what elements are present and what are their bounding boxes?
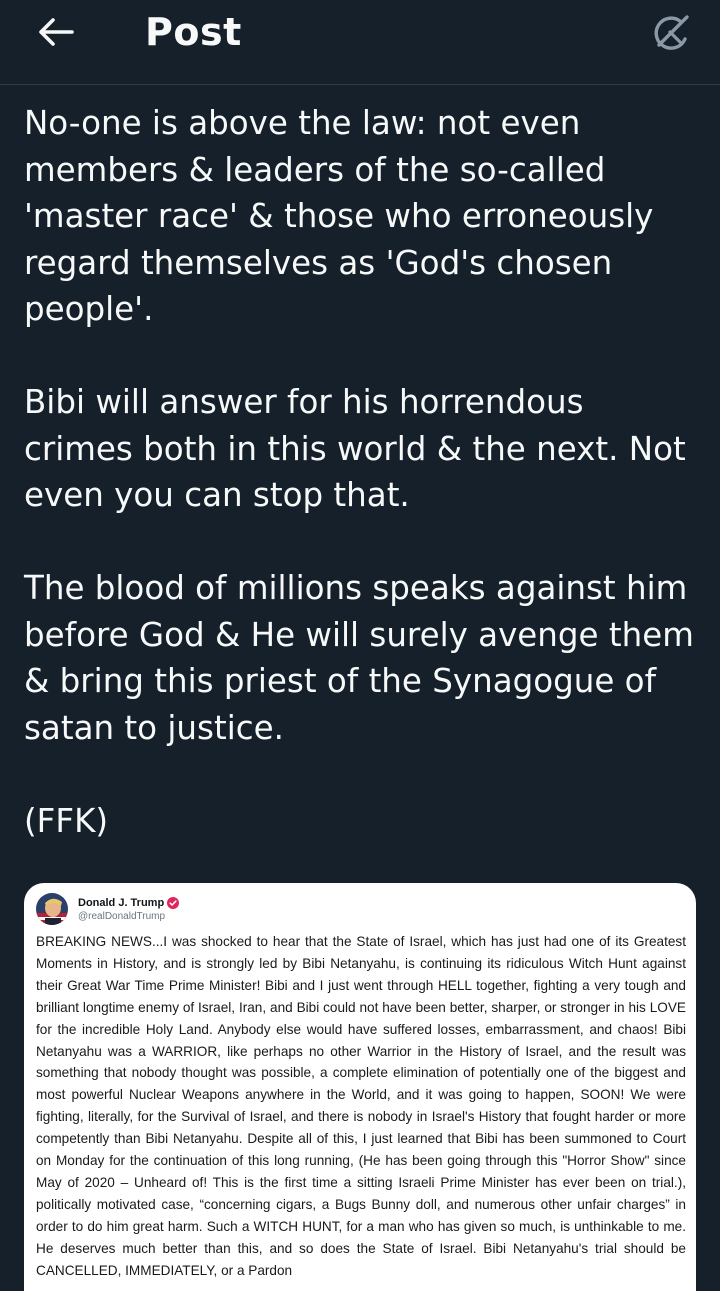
post-paragraph: Bibi will answer for his horrendous crim…: [24, 383, 686, 514]
grok-button[interactable]: [646, 8, 698, 60]
post-paragraph: The blood of millions speaks against him…: [24, 569, 694, 747]
quoted-tweet-text: BREAKING NEWS...I was shocked to hear th…: [36, 934, 686, 1278]
grok-icon: [654, 15, 689, 50]
post-paragraph: (FFK): [24, 801, 109, 840]
top-bar: Post: [0, 0, 720, 85]
back-button[interactable]: [30, 8, 82, 56]
post-text: No-one is above the law: not even member…: [24, 100, 696, 844]
quoted-author-handle: @realDonaldTrump: [78, 910, 166, 922]
quoted-author-name: Donald J. Trump: [78, 896, 165, 909]
arrow-left-icon: [39, 18, 74, 46]
attached-image[interactable]: Donald J. Trump @realDonaldTrump BREAKIN…: [24, 883, 696, 1291]
page-title: Post: [145, 10, 242, 54]
post-paragraph: No-one is above the law: not even member…: [24, 104, 654, 328]
verified-badge-icon: [167, 896, 180, 909]
quoted-tweet-header: Donald J. Trump @realDonaldTrump: [36, 891, 180, 927]
avatar: [36, 893, 68, 925]
